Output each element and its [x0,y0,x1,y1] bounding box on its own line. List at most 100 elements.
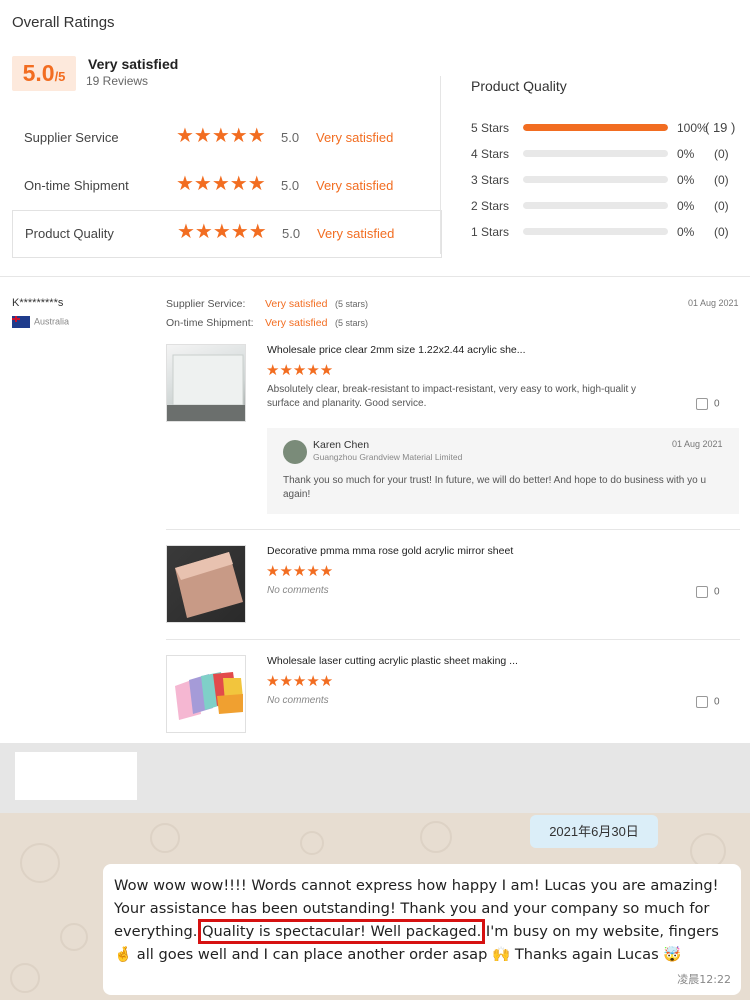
ratings-page: Overall Ratings 5.0/5 Very satisfied 19 … [0,0,750,1000]
colored-acrylic-sheets-image [175,672,243,720]
product-star-rating-icon: ★★★★★ [266,563,334,580]
reviewer-name: K*********s [12,297,64,309]
product-image[interactable] [166,545,246,623]
distribution-percent: 0% [677,147,695,161]
no-comments-text: No comments [267,695,329,706]
product-comment: Absolutely clear, break-resistant to imp… [267,384,637,409]
meta-label: Supplier Service: [166,298,246,310]
on-time-shipment-meta: On-time Shipment: Very satisfied (5 star… [166,317,368,329]
reply-company: Guangzhou Grandview Material Limited [313,452,463,462]
distribution-label: 2 Stars [471,199,510,213]
rating-label: Product Quality [25,226,114,241]
avatar [283,440,307,464]
review-date: 01 Aug 2021 [688,298,739,308]
overall-ratings-title: Overall Ratings [12,14,115,31]
product-star-rating-icon: ★★★★★ [266,673,334,690]
star-rating-icon: ★★★★★ [176,125,266,147]
overall-satisfaction-label: Very satisfied [88,56,179,72]
thumbs-up-icon [696,398,708,410]
rating-label: On-time Shipment [24,178,129,193]
product-title-link[interactable]: Wholesale laser cutting acrylic plastic … [267,655,518,667]
product-divider [166,529,740,530]
acrylic-sheet-image [167,354,245,421]
like-button[interactable]: 0 [696,398,720,410]
like-count: 0 [714,586,720,598]
australia-flag-icon [12,316,30,328]
distribution-bar [523,150,668,157]
review-count: 19 Reviews [86,74,149,88]
product-image[interactable] [166,344,246,422]
reviewer-country: Australia [12,316,69,328]
rating-score: 5.0 [281,178,300,193]
product-star-rating-icon: ★★★★★ [266,362,334,379]
rating-score: 5.0 [281,130,300,145]
supplier-reply: Karen Chen Guangzhou Grandview Material … [267,428,739,514]
wallpaper-doodle [420,821,452,853]
chat-message-bubble: Wow wow wow!!!! Words cannot express how… [103,864,741,995]
thumbs-up-icon [696,586,708,598]
distribution-count: (0) [714,225,729,239]
product-title-link[interactable]: Decorative pmma mma rose gold acrylic mi… [267,545,513,557]
reply-date: 01 Aug 2021 [672,439,723,449]
wallpaper-doodle [60,923,88,951]
distribution-count: (0) [714,199,729,213]
overall-score: 5.0 [22,60,55,86]
distribution-label: 1 Stars [471,225,510,239]
meta-label: On-time Shipment: [166,317,254,329]
rating-row-supplier-service[interactable]: Supplier Service ★★★★★ 5.0 Very satisfie… [12,115,442,161]
wallpaper-doodle [10,963,40,993]
chat-date-bubble: 2021年6月30日 [530,815,658,848]
product-image[interactable] [166,655,246,733]
distribution-count: ( 19 ) [705,120,736,135]
supplier-service-meta: Supplier Service: Very satisfied (5 star… [166,298,368,310]
like-button[interactable]: 0 [696,696,720,708]
distribution-label: 5 Stars [471,121,510,135]
distribution-bar [523,176,668,183]
country-name: Australia [34,316,70,327]
like-count: 0 [714,398,720,410]
distribution-row-5: 5 Stars 100% ( 19 ) [471,120,741,136]
rating-row-product-quality[interactable]: Product Quality ★★★★★ 5.0 Very satisfied [12,210,442,258]
reply-author: Karen Chen [313,439,370,451]
no-comments-text: No comments [267,585,329,596]
like-button[interactable]: 0 [696,586,720,598]
highlighted-text: Quality is spectacular! Well packaged. [198,919,486,944]
distribution-percent: 100% [677,121,708,135]
meta-value: Very satisfied [265,298,328,310]
rose-gold-mirror-image [175,552,243,618]
distribution-count: (0) [714,173,729,187]
message-time: 凌晨12:22 [677,973,731,986]
distribution-row-4: 4 Stars 0% (0) [471,146,741,162]
distribution-label: 3 Stars [471,173,510,187]
wallpaper-doodle [20,843,60,883]
distribution-count: (0) [714,147,729,161]
distribution-bar [523,228,668,235]
rating-row-on-time-shipment[interactable]: On-time Shipment ★★★★★ 5.0 Very satisfie… [12,163,442,209]
like-count: 0 [714,696,720,708]
distribution-bar [523,202,668,209]
meta-stars: (5 stars) [335,318,369,328]
distribution-row-3: 3 Stars 0% (0) [471,172,741,188]
distribution-percent: 0% [677,225,695,239]
product-quality-title: Product Quality [471,78,567,94]
wallpaper-doodle [300,831,324,855]
rating-text: Very satisfied [316,178,394,193]
overall-score-max: /5 [54,69,66,84]
divider [440,76,441,254]
distribution-row-2: 2 Stars 0% (0) [471,198,741,214]
distribution-fill [523,124,668,131]
rating-label: Supplier Service [24,130,119,145]
product-title-link[interactable]: Wholesale price clear 2mm size 1.22x2.44… [267,344,526,356]
reply-message: Thank you so much for your trust! In fut… [283,475,707,500]
distribution-percent: 0% [677,199,695,213]
distribution-bar [523,124,668,131]
rating-score: 5.0 [282,226,301,241]
meta-stars: (5 stars) [335,299,369,309]
product-divider [166,639,740,640]
wallpaper-doodle [150,823,180,853]
section-divider [0,276,750,277]
redacted-box [15,752,137,800]
distribution-percent: 0% [677,173,695,187]
rating-text: Very satisfied [316,130,394,145]
thumbs-up-icon [696,696,708,708]
